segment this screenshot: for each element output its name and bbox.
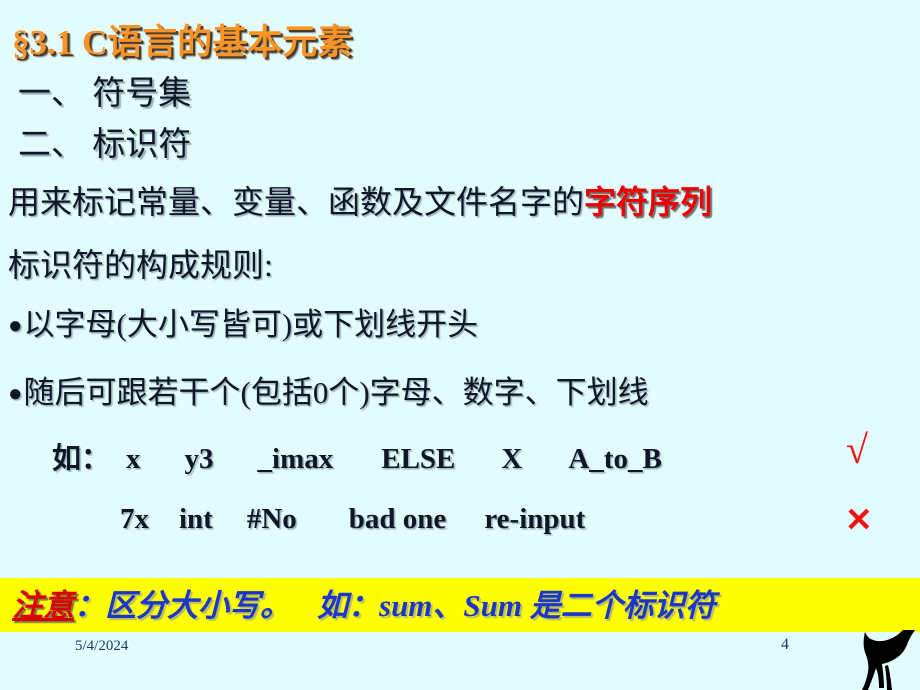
note-highlight-bar: 注意：区分大小写。 如：sum、Sum 是二个标识符 [0,578,920,632]
rule-bullet-text-1: 以字母(大小写皆可)或下划线开头 [23,307,479,342]
slide-title: §3.1 C语言的基本元素 [12,23,353,62]
footer-page-number: 4 [781,636,789,653]
invalid-cross-icon: ✕ [845,503,873,539]
note-body-first: ：区分大小写。 [74,588,291,623]
definition-emphasis-text: 字符序列 [584,184,713,220]
note-body-second: 如：sum、Sum 是二个标识符 [317,588,716,623]
valid-checkmark-icon: √ [846,427,868,472]
invalid-examples-row: 7x int #No bad one re-input [120,503,585,536]
definition-prefix-text: 用来标记常量、变量、函数及文件名字的 [8,184,585,220]
valid-examples-row: 如： x y3 _imax ELSE X A_to_B [52,435,662,477]
footer-date: 5/4/2024 [75,638,129,654]
valid-example-6: A_to_B [568,443,662,475]
invalid-example-3: #No [246,503,297,535]
invalid-example-1: 7x [120,503,149,535]
bullet-dot-icon: ● [8,313,23,339]
presentation-slide: §3.1 C语言的基本元素 一、 符号集 二、 标识符 用来标记常量、变量、函数… [0,0,920,690]
examples-label: 如： [52,443,111,475]
rule-bullet-item-2: ●随后可跟若干个(包括0个)字母、数字、下划线 [8,367,649,412]
valid-example-2: y3 [184,443,214,475]
invalid-example-2: int [179,503,213,535]
subheading-identifier: 二、 标识符 [18,127,192,163]
note-label: 注意 [12,588,74,623]
invalid-example-4: bad one [348,503,447,535]
valid-example-3: _imax [257,443,334,475]
valid-example-1: x [126,443,141,475]
rules-heading: 标识符的构成规则: [8,247,273,283]
bullet-dot-icon: ● [8,381,23,407]
identifier-definition-line: 用来标记常量、变量、函数及文件名字的字符序列 [8,177,712,223]
animal-silhouette-icon [855,630,920,690]
valid-example-5: X [501,443,523,475]
subheading-symbol-set: 一、 符号集 [18,76,192,112]
valid-example-4: ELSE [381,443,456,475]
rule-bullet-text-2: 随后可跟若干个(包括0个)字母、数字、下划线 [23,375,649,410]
rule-bullet-item-1: ●以字母(大小写皆可)或下划线开头 [8,299,478,344]
note-text-content: 注意：区分大小写。 如：sum、Sum 是二个标识符 [12,580,716,625]
invalid-example-5: re-input [484,503,586,535]
